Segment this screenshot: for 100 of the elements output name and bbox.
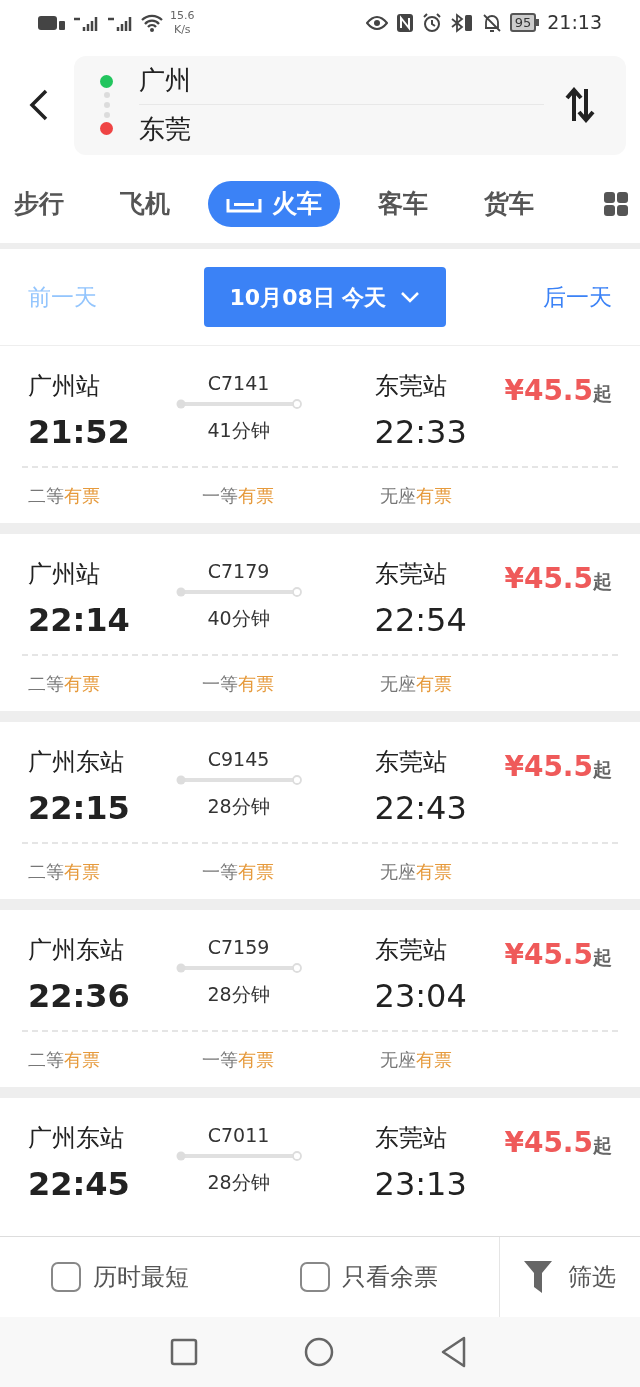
seat-availability: 有票 [64,484,100,508]
ticket-price: ¥45.5 [504,937,593,973]
mode-tab[interactable]: 飞机 [102,181,188,227]
seat-class: 一等 [202,484,238,508]
seat-availability: 有票 [64,860,100,884]
wifi-icon [140,12,164,33]
ticket-price: ¥45.5 [504,1125,593,1161]
option-checkbox[interactable]: 历时最短 [51,1259,300,1295]
departure-station: 广州东站 [28,935,125,966]
train-card[interactable]: 广州东站 22:15 C9145 28分钟 东莞站 22:43 ¥45.5起 二等有票 一等有票 无座有票 [0,722,640,899]
mute-icon [481,12,502,33]
arrival-station: 东莞站 [374,935,448,966]
price-suffix: 起 [593,758,612,782]
seat-class: 二等 [28,1048,64,1072]
checkbox-box[interactable] [51,1262,81,1292]
price-suffix: 起 [593,1134,612,1158]
next-day-button[interactable]: 后一天 [543,279,612,315]
option-checkbox[interactable]: 只看余票 [300,1259,438,1295]
origin-field[interactable]: 广州 [139,57,544,105]
seat-availability: 有票 [416,672,452,696]
arrival-station: 东莞站 [374,1123,448,1154]
alarm-icon [421,12,442,33]
recent-apps-icon[interactable] [170,1338,198,1366]
seat-class: 二等 [28,672,64,696]
train-number: C7141 [207,371,270,396]
clock-time: 21:13 [547,10,602,36]
seat-availability: 有票 [416,484,452,508]
nfc-icon [395,12,414,33]
train-number: C9145 [207,747,270,772]
seat-class: 一等 [202,672,238,696]
seat-class: 一等 [202,860,238,884]
grid-menu-icon[interactable] [604,192,628,216]
departure-time: 22:45 [28,1164,131,1205]
seat-class: 无座 [380,1048,416,1072]
seat-availability: 有票 [238,484,274,508]
checkbox-box[interactable] [300,1262,330,1292]
chevron-down-icon [400,291,421,303]
train-card[interactable]: 广州东站 22:36 C7159 28分钟 东莞站 23:04 ¥45.5起 二等有票 一等有票 无座有票 [0,910,640,1087]
seat-availability: 有票 [238,860,274,884]
route-line-icon [174,1150,303,1162]
train-card[interactable]: 广州站 22:14 C7179 40分钟 东莞站 22:54 ¥45.5起 二等有票 一等有票 无座有票 [0,534,640,711]
hd-icon [38,13,66,32]
departure-station: 广州站 [28,559,101,590]
route-line-icon [174,586,303,598]
departure-time: 22:36 [28,976,131,1017]
seat-class: 无座 [380,860,416,884]
arrival-station: 东莞站 [374,747,448,778]
swap-icon[interactable] [564,87,596,123]
trip-duration: 40分钟 [207,606,270,631]
arrival-time: 23:04 [374,976,468,1017]
arrival-station: 东莞站 [374,559,448,590]
mode-tab[interactable]: 步行 [0,181,82,227]
ticket-price: ¥45.5 [504,373,593,409]
departure-station: 广州站 [28,371,101,402]
arrival-time: 23:13 [374,1164,468,1205]
departure-station: 广州东站 [28,1123,125,1154]
departure-time: 22:15 [28,788,131,829]
train-number: C7179 [207,559,270,584]
train-number: C7011 [207,1123,270,1148]
trip-duration: 28分钟 [207,794,270,819]
seat-class: 无座 [380,484,416,508]
mode-tab[interactable]: 客车 [360,181,446,227]
seat-class: 无座 [380,672,416,696]
train-card[interactable]: 广州东站 22:45 C7011 28分钟 东莞站 23:13 ¥45.5起 [0,1098,640,1236]
arrival-time: 22:33 [374,412,468,453]
arrival-time: 22:54 [374,600,468,641]
seat-availability: 有票 [238,1048,274,1072]
route-line-icon [174,774,303,786]
seat-class: 二等 [28,860,64,884]
destination-field[interactable]: 东莞 [139,105,544,153]
departure-time: 22:14 [28,600,131,641]
price-suffix: 起 [593,382,612,406]
trip-duration: 28分钟 [207,1170,270,1195]
departure-station: 广州东站 [28,747,125,778]
trip-duration: 28分钟 [207,982,270,1007]
date-picker-button[interactable]: 10月08日 今天 [204,267,446,327]
home-icon[interactable] [304,1337,334,1367]
train-card[interactable]: 广州站 21:52 C7141 41分钟 东莞站 22:33 ¥45.5起 二等有票 一等有票 无座有票 [0,346,640,523]
seat-availability: 有票 [416,1048,452,1072]
network-speed: 15.6 [170,8,195,23]
battery-level: 95 [509,13,537,32]
price-suffix: 起 [593,946,612,970]
seat-availability: 有票 [64,1048,100,1072]
trip-duration: 41分钟 [207,418,270,443]
ticket-price: ¥45.5 [504,561,593,597]
ticket-price: ¥45.5 [504,749,593,785]
arrival-time: 22:43 [374,788,468,829]
bluetooth-icon [449,12,474,33]
seat-availability: 有票 [64,672,100,696]
departure-time: 21:52 [28,412,131,453]
arrival-station: 东莞站 [374,371,448,402]
train-number: C7159 [207,935,270,960]
seat-class: 一等 [202,1048,238,1072]
price-suffix: 起 [593,570,612,594]
speed-unit: K/s [173,22,191,37]
filter-icon [524,1261,552,1293]
route-line-icon [174,962,303,974]
back-nav-icon[interactable] [440,1336,468,1368]
mode-tab[interactable]: 火车 [208,181,340,227]
mode-tab[interactable]: 货车 [466,181,552,227]
